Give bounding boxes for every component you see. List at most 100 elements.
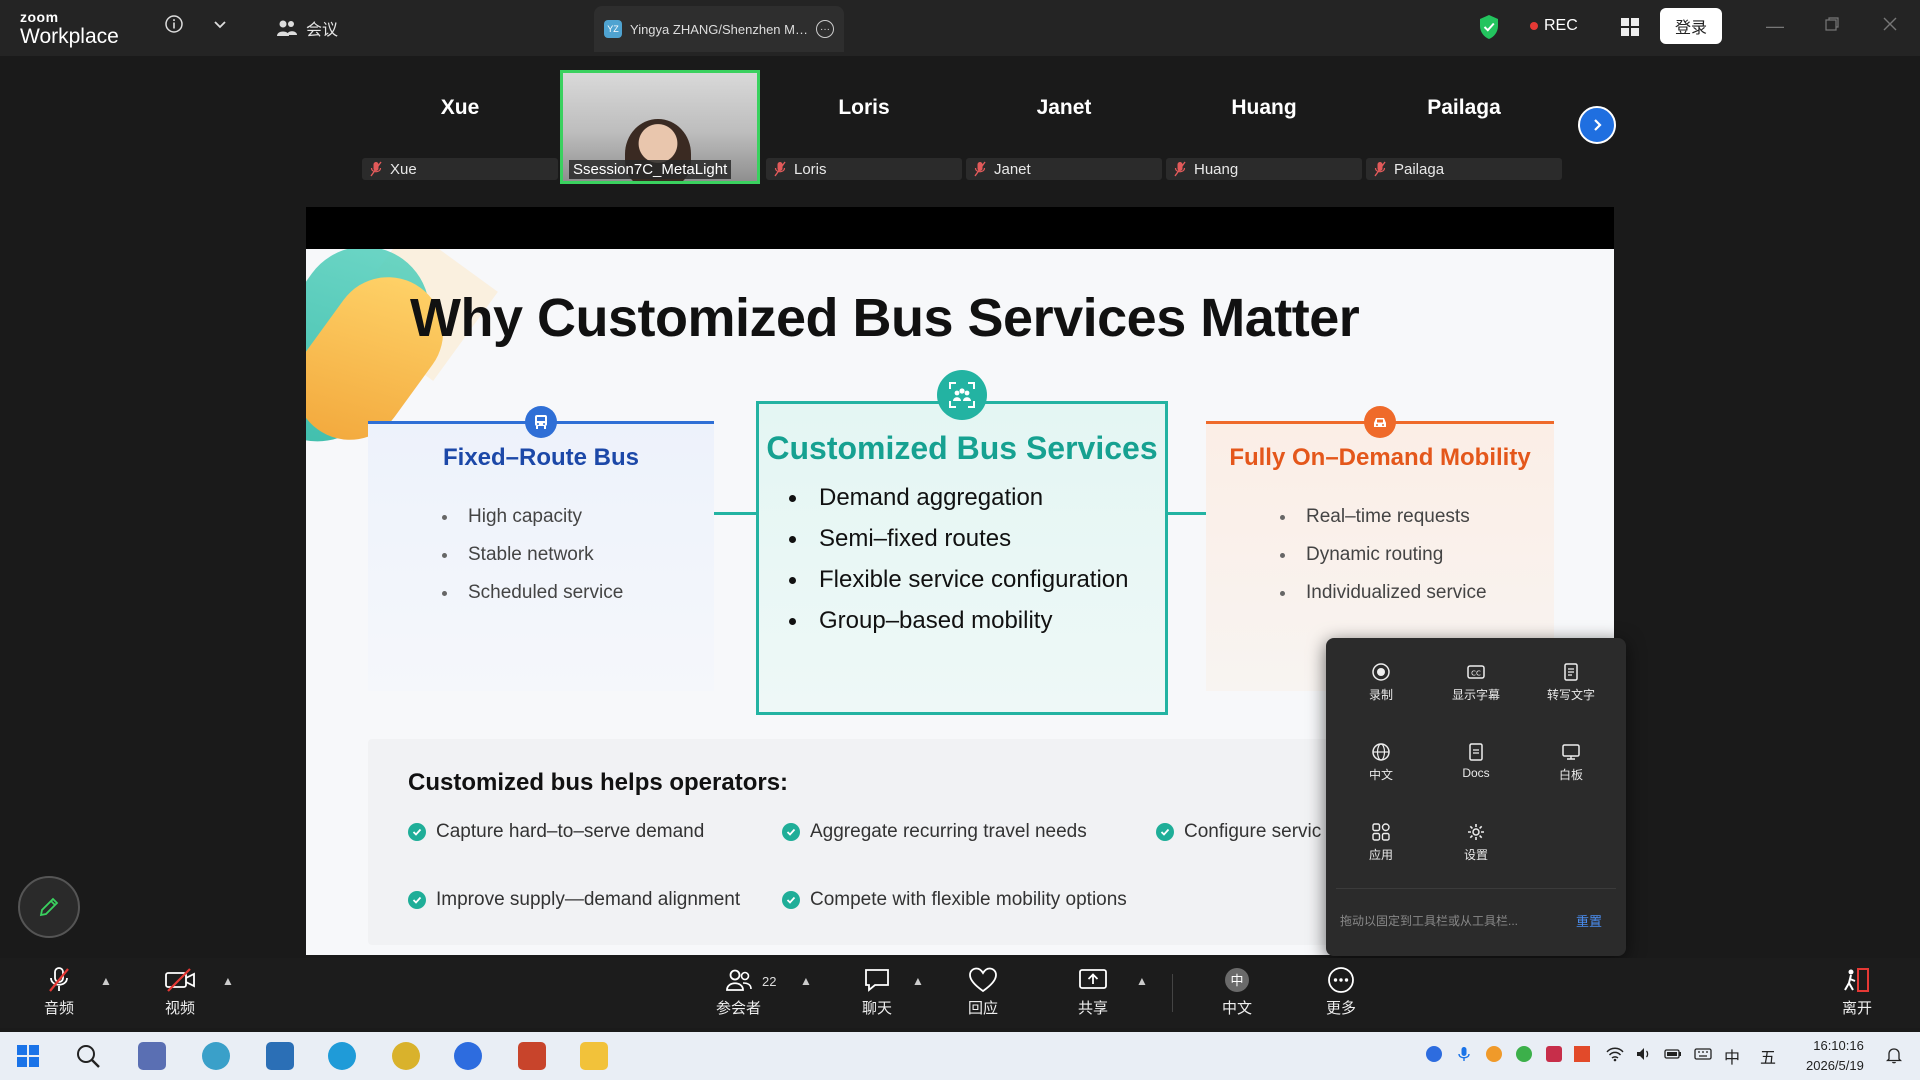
language-button[interactable]: 中 中文 — [1222, 966, 1252, 1018]
list-item: Demand aggregation — [787, 484, 1128, 525]
login-button[interactable]: 登录 — [1660, 8, 1722, 44]
chevron-up-icon[interactable]: ▲ — [800, 974, 812, 988]
title-bar: zoom Workplace 会议 YZ Yingya ZHANG/Shenzh… — [0, 0, 1920, 56]
notification-bell-icon[interactable] — [1885, 1046, 1903, 1064]
language-label: 中文 — [1222, 1000, 1253, 1017]
audio-button[interactable]: 音频 — [44, 966, 74, 1018]
ime-mode-indicator[interactable]: 中 — [1724, 1044, 1740, 1068]
system-clock[interactable]: 16:10:16 2026/5/19 — [1806, 1036, 1864, 1076]
participant-tile[interactable]: Janet Janet — [966, 68, 1162, 188]
participant-name: Janet — [1036, 96, 1092, 119]
connector-line — [714, 512, 756, 515]
zoom-tray-icon[interactable] — [1426, 1046, 1442, 1062]
participants-button[interactable]: 参会者 — [716, 966, 761, 1018]
start-icon[interactable] — [14, 1042, 42, 1070]
record-menu-item[interactable]: 录制 — [1336, 662, 1426, 703]
participant-label: Huang — [1166, 158, 1362, 180]
annotate-button[interactable] — [18, 876, 80, 938]
participant-tile[interactable]: Loris Loris — [766, 68, 962, 188]
more-button[interactable]: 更多 — [1326, 966, 1356, 1018]
participant-label-text: Janet — [994, 160, 1031, 178]
clock-date: 2026/5/19 — [1806, 1058, 1864, 1073]
gear-icon — [1468, 824, 1484, 840]
participant-label-text: Pailaga — [1394, 160, 1445, 178]
info-icon[interactable] — [164, 14, 184, 39]
whiteboard-icon — [1562, 744, 1580, 760]
ime-input-indicator[interactable]: 五 — [1760, 1044, 1776, 1068]
close-icon[interactable] — [1882, 16, 1898, 37]
minimize-icon[interactable]: — — [1766, 16, 1784, 37]
language-menu-item[interactable]: 中文 — [1336, 742, 1426, 783]
more-dots-icon[interactable]: ··· — [816, 20, 834, 38]
recording-indicator[interactable]: REC — [1530, 17, 1578, 35]
share-button[interactable]: 共享 — [1078, 966, 1108, 1018]
chevron-down-icon[interactable] — [212, 16, 228, 37]
svg-text:CC: CC — [1471, 670, 1481, 678]
card-list: High capacity Stable network Scheduled s… — [442, 506, 623, 620]
reset-button[interactable]: 重置 — [1576, 911, 1602, 930]
list-item: Dynamic routing — [1280, 544, 1487, 582]
settings-menu-item[interactable]: 设置 — [1431, 822, 1521, 863]
app-icon[interactable] — [138, 1042, 166, 1070]
participant-label: Loris — [766, 158, 962, 180]
active-speaker-video[interactable]: Ssession7C_MetaLight — [560, 70, 760, 184]
card-title: Fully On–Demand Mobility — [1229, 444, 1531, 471]
captions-menu-item[interactable]: CC 显示字幕 — [1431, 662, 1521, 703]
mic-off-icon — [974, 161, 986, 177]
video-button[interactable]: 视频 — [164, 966, 196, 1018]
speaker-icon[interactable] — [1636, 1046, 1652, 1062]
meeting-menu[interactable]: 会议 — [276, 16, 338, 40]
react-button[interactable]: 回应 — [968, 966, 998, 1018]
leave-icon — [1844, 968, 1869, 992]
participant-label-text: Xue — [390, 160, 417, 178]
shield-icon[interactable] — [1478, 14, 1500, 45]
docs-menu-item[interactable]: Docs — [1431, 742, 1521, 780]
card-title: Fixed–Route Bus — [442, 444, 640, 471]
edge-browser-icon[interactable] — [328, 1042, 356, 1070]
participant-tile[interactable]: Pailaga Pailaga — [1366, 68, 1562, 188]
chevron-up-icon[interactable]: ▲ — [222, 974, 234, 988]
chevron-up-icon[interactable]: ▲ — [912, 974, 924, 988]
card-title: Customized Bus Services — [766, 430, 1158, 466]
menu-item-label: 设置 — [1463, 848, 1488, 862]
transcribe-menu-item[interactable]: 转写文字 — [1526, 662, 1616, 703]
app-tray-icon[interactable] — [1486, 1046, 1502, 1062]
powerpoint-icon[interactable] — [518, 1042, 546, 1070]
next-participants-button[interactable] — [1578, 106, 1616, 144]
file-explorer-icon[interactable] — [580, 1042, 608, 1070]
chat-icon — [865, 969, 889, 992]
app-icon[interactable] — [202, 1042, 230, 1070]
participant-tile[interactable]: Huang Huang — [1166, 68, 1362, 188]
participant-label: Janet — [966, 158, 1162, 180]
notepad-icon[interactable] — [266, 1042, 294, 1070]
participant-label: Pailaga — [1366, 158, 1562, 180]
window-tab[interactable]: YZ Yingya ZHANG/Shenzhen Metrol ··· — [594, 6, 844, 52]
keyboard-icon[interactable] — [1694, 1046, 1712, 1062]
participant-tile[interactable]: Xue Xue — [362, 68, 558, 188]
leave-button[interactable]: 离开 — [1842, 966, 1872, 1018]
chevron-up-icon[interactable]: ▲ — [1136, 974, 1148, 988]
app-tray-icon[interactable] — [1516, 1046, 1532, 1062]
participant-label: Xue — [362, 158, 558, 180]
list-item: Real–time requests — [1280, 506, 1487, 544]
participants-count-badge: 22 — [762, 974, 777, 989]
gallery-view-icon[interactable] — [1620, 17, 1640, 42]
chevron-up-icon[interactable]: ▲ — [100, 974, 112, 988]
tab-avatar-badge: YZ — [604, 20, 622, 38]
chat-button[interactable]: 聊天 — [862, 966, 892, 1018]
heart-icon — [969, 967, 997, 993]
zoom-app-icon[interactable] — [454, 1042, 482, 1070]
apps-menu-item[interactable]: 应用 — [1336, 822, 1426, 863]
whiteboard-menu-item[interactable]: 白板 — [1526, 742, 1616, 783]
app-tray-icon[interactable] — [1546, 1046, 1562, 1062]
restore-icon[interactable] — [1824, 16, 1840, 37]
battery-icon[interactable] — [1664, 1046, 1681, 1062]
check-circle-icon — [1156, 823, 1174, 841]
search-icon[interactable] — [74, 1042, 102, 1070]
wifi-icon[interactable] — [1606, 1046, 1624, 1062]
mic-off-icon — [370, 161, 382, 177]
microphone-icon[interactable] — [1456, 1046, 1472, 1062]
app-tray-icon[interactable] — [1574, 1046, 1590, 1062]
app-icon[interactable] — [392, 1042, 420, 1070]
rec-label: REC — [1544, 17, 1578, 34]
